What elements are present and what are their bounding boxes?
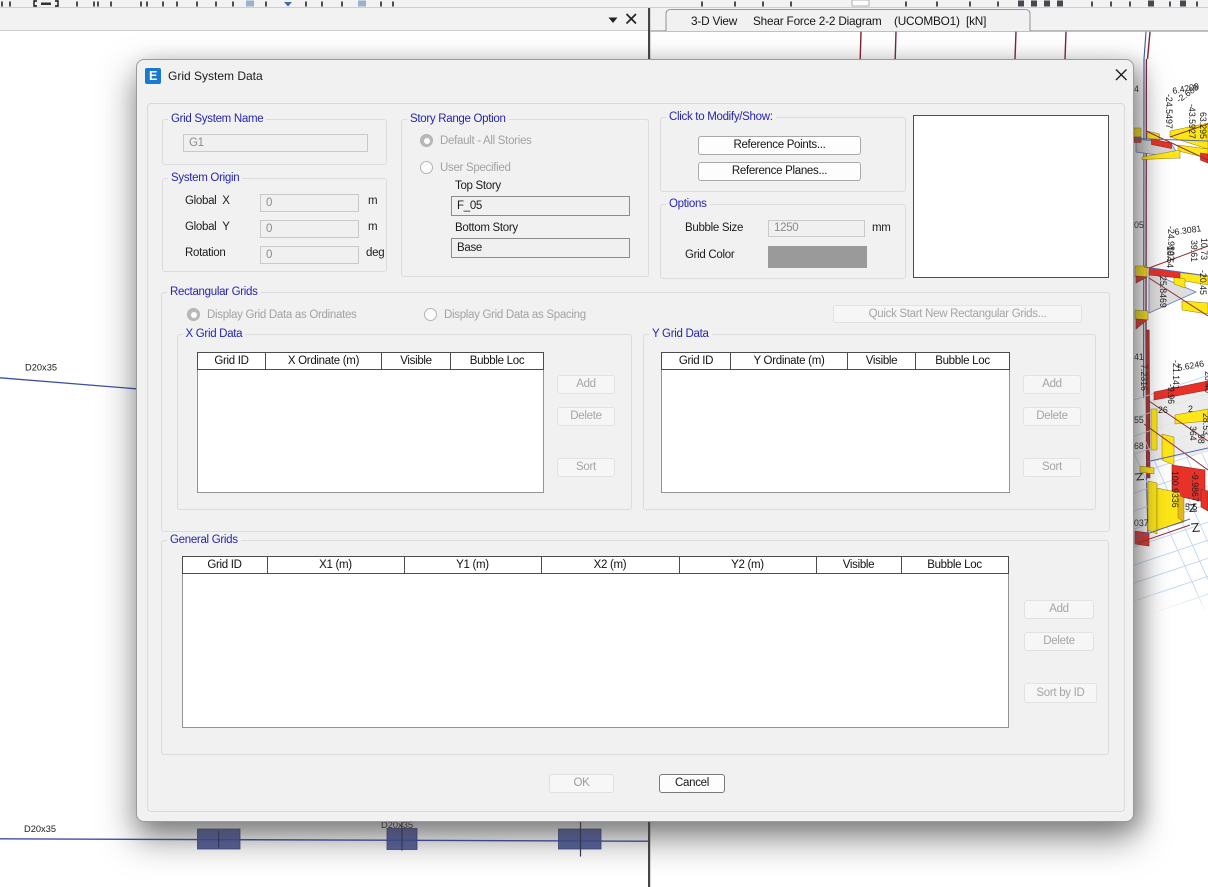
svg-text:D20x35: D20x35 [24,824,56,834]
svg-text:25.8469: 25.8469 [1158,276,1168,308]
svg-text:41: 41 [1134,352,1144,362]
svg-text:D20x35: D20x35 [25,363,57,373]
svg-text:68: 68 [1134,441,1144,451]
svg-text:39.61: 39.61 [1189,240,1199,262]
svg-text:-20.45: -20.45 [1198,270,1208,295]
svg-text:(UCOMBO1): (UCOMBO1) [894,14,960,28]
svg-text:05: 05 [1134,220,1144,230]
svg-text:-9.9867: -9.9867 [1190,472,1200,502]
svg-text:100.9336: 100.9336 [1170,471,1180,508]
svg-text:6.3081: 6.3081 [1174,223,1202,237]
svg-text:7.2316: 7.2316 [1139,364,1149,391]
svg-text:55: 55 [1134,415,1144,425]
svg-text:5.5: 5.5 [1185,502,1197,512]
svg-text:98: 98 [1196,434,1206,444]
svg-text:-9.96: -9.96 [1166,384,1176,404]
svg-text:-43.5927: -43.5927 [1187,104,1197,139]
svg-text:10.73: 10.73 [1199,238,1208,260]
svg-text:2: 2 [1188,404,1193,414]
svg-text:[kN]: [kN] [966,14,986,28]
svg-text:037: 037 [1134,518,1149,528]
svg-text:28.53: 28.53 [1201,413,1208,435]
svg-text:Shear Force 2-2 Diagram: Shear Force 2-2 Diagram [753,14,882,28]
svg-text:26: 26 [1158,405,1168,415]
svg-text:-24.5497: -24.5497 [1164,94,1174,129]
svg-text:3-D View: 3-D View [691,14,738,28]
svg-text:4: 4 [1134,84,1139,94]
svg-text:63.295: 63.295 [1198,112,1208,139]
svg-text:26.40: 26.40 [1203,371,1208,393]
svg-text:18.54: 18.54 [1165,246,1175,268]
